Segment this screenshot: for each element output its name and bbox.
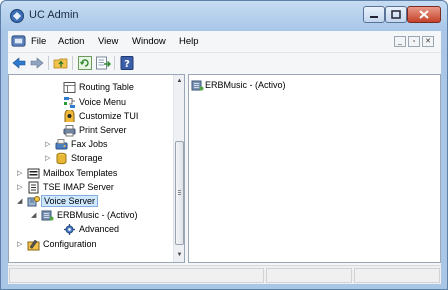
- menu-help[interactable]: Help: [179, 36, 199, 47]
- imap-server-icon: [28, 181, 39, 194]
- expand-arrow-icon[interactable]: ▷: [17, 167, 25, 180]
- minimize-button[interactable]: [363, 6, 385, 23]
- print-server-icon: [63, 125, 76, 137]
- scroll-down-arrow-icon[interactable]: ▼: [174, 250, 184, 261]
- status-cell: [266, 268, 352, 283]
- expand-arrow-icon[interactable]: ▷: [17, 181, 25, 194]
- help-icon[interactable]: ?: [119, 55, 135, 71]
- close-button[interactable]: [407, 6, 441, 23]
- maximize-button[interactable]: [385, 6, 407, 23]
- expand-arrow-icon[interactable]: ▷: [17, 238, 25, 251]
- menu-file[interactable]: File: [31, 36, 46, 47]
- collapse-arrow-icon[interactable]: ◢: [31, 209, 39, 222]
- routing-table-icon: [63, 82, 76, 93]
- client-area: File Action View Window Help _ ▫ ✕ ? Rou…: [8, 31, 441, 284]
- expand-arrow-icon[interactable]: ▷: [45, 138, 53, 151]
- customize-tui-icon: [64, 110, 75, 122]
- tree-item-label: Routing Table: [79, 82, 134, 92]
- tree-scrollbar[interactable]: ▲ ▼: [173, 75, 184, 262]
- voice-menu-icon: [64, 97, 75, 108]
- storage-icon: [56, 152, 67, 165]
- tree-item-label: Storage: [71, 153, 103, 163]
- console-tree-pane: Routing Table Voice Menu Customize TUI P…: [8, 74, 185, 263]
- voice-server-icon: [27, 196, 40, 207]
- status-bar: [8, 265, 441, 284]
- window-title: UC Admin: [29, 9, 79, 21]
- scroll-up-arrow-icon[interactable]: ▲: [174, 76, 184, 87]
- tree-item-label: Mailbox Templates: [43, 168, 118, 178]
- collapse-arrow-icon[interactable]: ◢: [17, 195, 25, 208]
- scroll-grip: [178, 190, 181, 191]
- folder-up-icon[interactable]: [53, 55, 69, 71]
- fax-jobs-icon: [55, 139, 68, 150]
- forward-arrow-icon[interactable]: [29, 55, 45, 71]
- tree-item-label: Fax Jobs: [71, 139, 108, 149]
- expand-arrow-icon[interactable]: ▷: [45, 152, 53, 165]
- server-instance-icon: [191, 80, 204, 91]
- toolbar-separator: [72, 56, 73, 70]
- tree-item-label: TSE IMAP Server: [43, 182, 114, 192]
- scroll-grip: [178, 192, 181, 193]
- refresh-icon[interactable]: [77, 55, 93, 71]
- tree-item-label: ERBMusic - (Activo): [57, 210, 138, 220]
- menu-window[interactable]: Window: [132, 36, 166, 47]
- tree-item-label: Configuration: [43, 239, 97, 249]
- result-item-label: ERBMusic - (Activo): [205, 80, 286, 90]
- console-menu-icon[interactable]: [11, 34, 26, 49]
- tree-item-label: Voice Server: [41, 195, 99, 207]
- back-arrow-icon[interactable]: [11, 55, 27, 71]
- advanced-settings-icon: [64, 224, 75, 235]
- configuration-icon: [27, 239, 40, 251]
- content-area: Routing Table Voice Menu Customize TUI P…: [8, 74, 441, 263]
- mailbox-templates-icon: [27, 168, 40, 179]
- svg-text:?: ?: [124, 59, 130, 70]
- toolbar: ?: [8, 52, 441, 72]
- uc-admin-icon: [10, 9, 24, 23]
- maximize-icon: [391, 10, 401, 19]
- close-icon: [419, 10, 429, 19]
- export-list-icon[interactable]: [95, 55, 111, 71]
- title-bar[interactable]: UC Admin: [1, 1, 447, 31]
- scrollbar-thumb[interactable]: [175, 141, 184, 245]
- status-cell: [354, 268, 440, 283]
- menu-bar: File Action View Window Help _ ▫ ✕: [8, 31, 441, 52]
- menu-action[interactable]: Action: [58, 36, 84, 47]
- tree-item-label: Advanced: [79, 224, 120, 234]
- results-pane: ERBMusic - (Activo): [188, 74, 441, 263]
- scroll-grip: [178, 194, 181, 195]
- tree-item-label: Print Server: [79, 125, 127, 135]
- mdi-restore-button[interactable]: ▫: [408, 36, 420, 47]
- tree-item-label: Voice Menu: [79, 97, 127, 107]
- toolbar-separator: [48, 56, 49, 70]
- minimize-icon: [370, 16, 378, 18]
- server-instance-icon: [41, 210, 54, 221]
- mdi-minimize-button[interactable]: _: [394, 36, 406, 47]
- menu-view[interactable]: View: [98, 36, 118, 47]
- tree-item-label: Customize TUI: [79, 111, 139, 121]
- status-cell: [9, 268, 264, 283]
- mdi-close-button[interactable]: ✕: [422, 36, 434, 47]
- app-window: UC Admin File Action View Window Help _ …: [0, 0, 448, 290]
- toolbar-separator: [114, 56, 115, 70]
